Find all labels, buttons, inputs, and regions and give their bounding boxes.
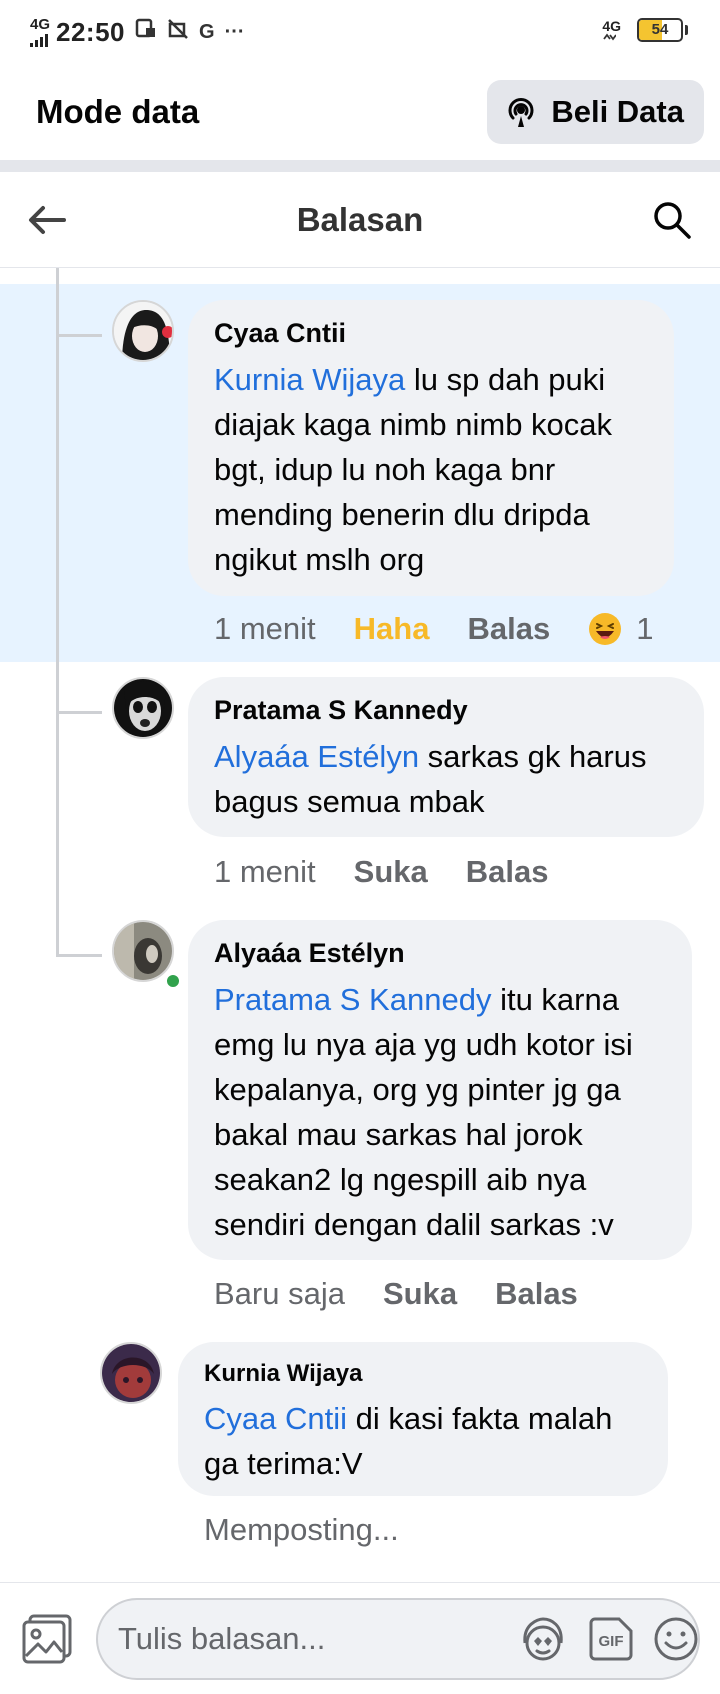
- reaction-button[interactable]: Haha: [354, 611, 430, 647]
- like-button[interactable]: Suka: [383, 1276, 457, 1312]
- comment-text: Pratama S Kannedy itu karna emg lu nya a…: [214, 977, 666, 1247]
- comment-body: itu karna emg lu nya aja yg udh kotor is…: [214, 982, 633, 1242]
- composer-icons: GIF: [517, 1613, 699, 1665]
- buy-data-button[interactable]: Beli Data: [487, 80, 704, 144]
- mute-icon: [167, 18, 189, 46]
- divider: [0, 160, 720, 172]
- comment-bubble[interactable]: Alyaáa Estélyn Pratama S Kannedy itu kar…: [188, 920, 692, 1260]
- comment-actions: 1 menit Haha Balas 1: [214, 611, 653, 647]
- reply-input-field[interactable]: GIF: [96, 1598, 700, 1680]
- buy-data-label: Beli Data: [551, 94, 684, 129]
- comment-time: 1 menit: [214, 611, 316, 646]
- comment-bubble[interactable]: Pratama S Kannedy Alyaáa Estélyn sarkas …: [188, 677, 704, 837]
- mention-link[interactable]: Alyaáa Estélyn: [214, 739, 419, 774]
- comment-time: Baru saja: [214, 1276, 345, 1311]
- thread-branch: [56, 334, 102, 337]
- thread-branch: [56, 711, 102, 714]
- comment-text: Kurnia Wijaya lu sp dah puki diajak kaga…: [214, 357, 648, 582]
- online-status-dot: [165, 973, 181, 989]
- reply-button[interactable]: Balas: [495, 1276, 578, 1312]
- avatar[interactable]: [112, 677, 174, 739]
- posting-status: Memposting...: [204, 1512, 399, 1547]
- carrier-letter: G: [199, 20, 215, 43]
- data-mode-bar: Mode data Beli Data: [0, 64, 720, 160]
- signal-icon: 4G: [30, 17, 50, 47]
- comment-text: Alyaáa Estélyn sarkas gk harus bagus sem…: [214, 734, 678, 824]
- svg-text:GIF: GIF: [599, 1633, 624, 1650]
- haha-reaction-icon: [588, 612, 622, 646]
- thread-line: [56, 268, 59, 956]
- reaction-summary[interactable]: 1: [588, 611, 653, 647]
- page-title: Balasan: [296, 200, 424, 238]
- comment-actions: Baru saja Suka Balas: [214, 1276, 616, 1312]
- avatar[interactable]: [112, 920, 174, 982]
- network-type-left: 4G: [30, 16, 51, 33]
- search-icon[interactable]: [652, 200, 692, 240]
- comment-bubble[interactable]: Kurnia Wijaya Cyaa Cntii di kasi fakta m…: [178, 1342, 668, 1496]
- battery-level: 54: [651, 21, 669, 38]
- gif-icon[interactable]: GIF: [587, 1615, 635, 1663]
- replies-header: Balasan: [0, 172, 720, 268]
- comment-author[interactable]: Cyaa Cntii: [214, 318, 648, 349]
- comment-bubble[interactable]: Cyaa Cntii Kurnia Wijaya lu sp dah puki …: [188, 300, 674, 596]
- comment-author[interactable]: Kurnia Wijaya: [204, 1360, 642, 1388]
- emoji-icon[interactable]: [653, 1616, 699, 1662]
- avatar-sticker-icon[interactable]: [517, 1613, 569, 1665]
- comment-time: 1 menit: [214, 854, 316, 889]
- clock: 22:50: [56, 16, 126, 47]
- more-notifications: ···: [224, 20, 245, 43]
- reply-input[interactable]: [118, 1621, 517, 1657]
- notification-icon: [135, 18, 157, 46]
- mention-link[interactable]: Pratama S Kannedy: [214, 982, 491, 1017]
- network-type-right: 4G: [602, 18, 621, 34]
- battery-tip: [685, 25, 688, 35]
- battery-icon: 54: [637, 18, 683, 42]
- status-right: 4G 54: [602, 18, 688, 42]
- reply-button[interactable]: Balas: [466, 854, 549, 890]
- thread-branch: [56, 954, 102, 957]
- avatar[interactable]: [112, 300, 174, 362]
- photo-icon[interactable]: [20, 1612, 74, 1666]
- avatar[interactable]: [100, 1342, 162, 1404]
- comment-author[interactable]: Pratama S Kannedy: [214, 695, 678, 726]
- broadcast-icon: [503, 94, 539, 130]
- mention-link[interactable]: Kurnia Wijaya: [214, 362, 405, 397]
- comment-text: Cyaa Cntii di kasi fakta malah ga terima…: [204, 1396, 642, 1486]
- back-arrow-icon[interactable]: [28, 205, 66, 235]
- like-button[interactable]: Suka: [354, 854, 428, 890]
- comment-author[interactable]: Alyaáa Estélyn: [214, 938, 666, 969]
- status-bar: 4G 22:50 G ··· 4G 54: [0, 0, 720, 64]
- signal-icon-right: 4G: [602, 19, 621, 41]
- reaction-count: 1: [636, 611, 654, 646]
- comment-actions: 1 menit Suka Balas: [214, 854, 587, 890]
- mention-link[interactable]: Cyaa Cntii: [204, 1401, 347, 1436]
- reply-button[interactable]: Balas: [467, 611, 550, 647]
- data-mode-title: Mode data: [36, 93, 200, 130]
